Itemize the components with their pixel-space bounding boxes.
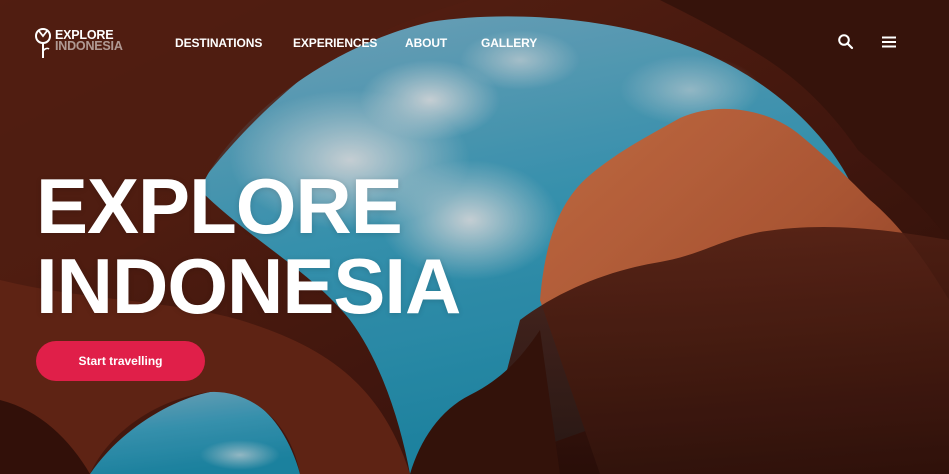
search-icon[interactable] <box>836 32 856 52</box>
hero-title-line-2: INDONESIA <box>36 242 461 330</box>
menu-icon[interactable] <box>879 32 899 52</box>
nav-link-experiences[interactable]: EXPERIENCES <box>293 36 377 50</box>
tulip-logo-icon <box>34 27 52 58</box>
hero-title: EXPLORE INDONESIA <box>36 162 461 330</box>
brand-logo[interactable]: EXPLORE INDONESIA <box>34 27 123 59</box>
hero-title-line-1: EXPLORE <box>36 162 403 250</box>
brand-line-2: INDONESIA <box>55 39 123 53</box>
nav-link-gallery[interactable]: GALLERY <box>481 36 537 50</box>
nav-link-about[interactable]: ABOUT <box>405 36 447 50</box>
hero-section: EXPLORE INDONESIA DESTINATIONS EXPERIENC… <box>0 0 949 474</box>
nav-link-destinations[interactable]: DESTINATIONS <box>175 36 262 50</box>
top-navigation: EXPLORE INDONESIA DESTINATIONS EXPERIENC… <box>0 0 949 86</box>
start-travelling-button[interactable]: Start travelling <box>36 341 205 381</box>
